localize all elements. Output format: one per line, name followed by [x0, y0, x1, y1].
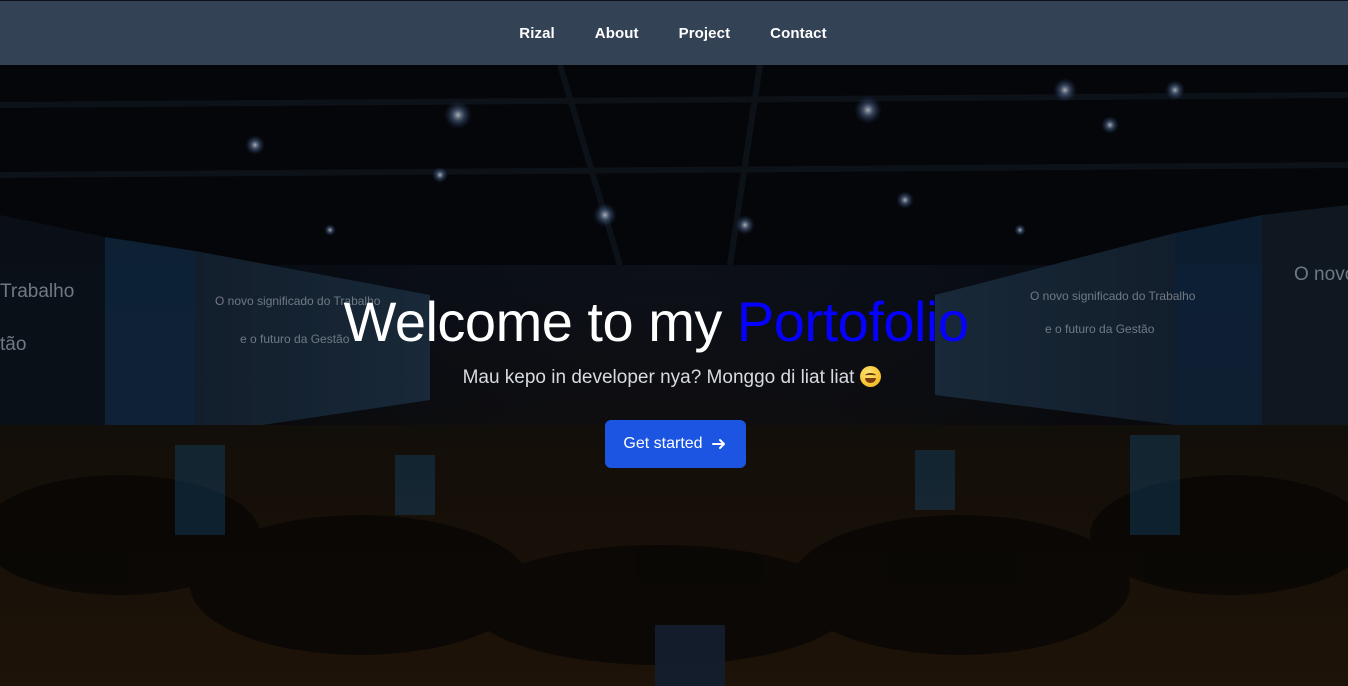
- hero-title-accent: Portofolio: [736, 290, 969, 353]
- nav-link-about[interactable]: About: [595, 25, 639, 42]
- nav-link-contact[interactable]: Contact: [770, 25, 827, 42]
- hero-section: O novo significado do Trabalho e o futur…: [0, 65, 1348, 686]
- hero-title: Welcome to my Portofolio: [344, 290, 969, 354]
- nav-links: Rizal About Project Contact: [519, 25, 826, 42]
- nav-link-project[interactable]: Project: [679, 25, 731, 42]
- hero-subtitle: Mau kepo in developer nya? Monggo di lia…: [463, 366, 882, 390]
- nav-link-home[interactable]: Rizal: [519, 25, 555, 42]
- hero-content: Welcome to my Portofolio Mau kepo in dev…: [0, 290, 1348, 468]
- get-started-label: Get started: [623, 435, 703, 452]
- hero-subtitle-text: Mau kepo in developer nya? Monggo di lia…: [462, 367, 855, 388]
- grinning-sweat-emoji-icon: [860, 366, 882, 387]
- get-started-button[interactable]: Get started: [604, 420, 746, 468]
- hero-title-main: Welcome to my: [343, 290, 737, 353]
- arrow-right-icon: [711, 436, 727, 452]
- top-navbar: Rizal About Project Contact: [0, 0, 1348, 65]
